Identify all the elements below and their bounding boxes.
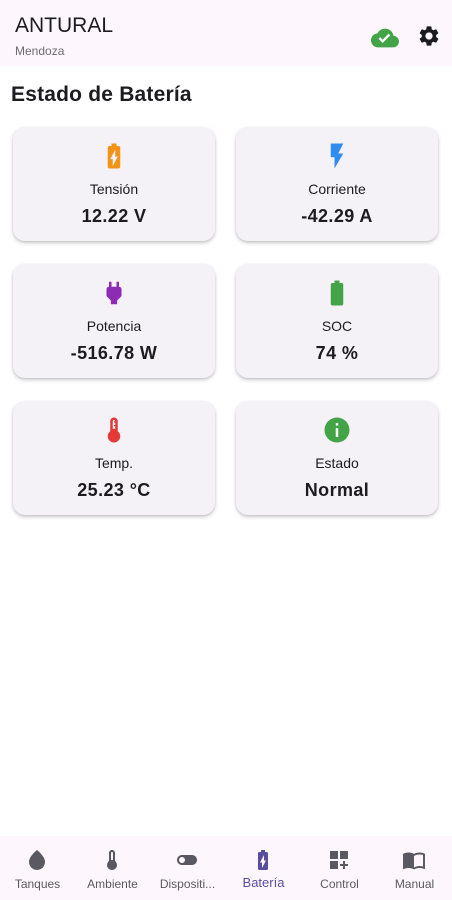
gear-icon[interactable]	[417, 24, 441, 48]
nav-label-dispositivos: Dispositi...	[159, 877, 216, 891]
temperature-label: Temp.	[94, 455, 134, 471]
soc-value: 74 %	[315, 343, 359, 363]
temperature-value: 25.23 °C	[77, 480, 151, 500]
nav-item-dispositivos[interactable]: Dispositi...	[150, 836, 225, 900]
book-icon	[402, 848, 426, 872]
bottom-navigation: Tanques Ambiente Dispositi... Batería Co…	[0, 836, 452, 900]
temperature-card: Temp. 25.23 °C	[13, 401, 215, 515]
status-value: Normal	[304, 480, 370, 500]
lightning-bolt-icon	[322, 141, 352, 171]
power-value: -516.78 W	[70, 343, 158, 363]
battery-charging-icon	[251, 848, 275, 872]
voltage-value: 12.22 V	[81, 206, 147, 226]
toggle-icon	[175, 848, 199, 872]
nav-label-ambiente: Ambiente	[87, 877, 138, 891]
soc-label: SOC	[321, 318, 353, 334]
status-card: Estado Normal	[236, 401, 438, 515]
power-card: Potencia -516.78 W	[13, 264, 215, 378]
nav-item-ambiente[interactable]: Ambiente	[75, 836, 150, 900]
nav-label-control: Control	[320, 877, 359, 891]
thermometer-icon	[100, 848, 124, 872]
current-card: Corriente -42.29 A	[236, 127, 438, 241]
nav-label-tanques: Tanques	[14, 877, 61, 891]
app-bar: ANTURAL Mendoza	[0, 0, 452, 66]
current-value: -42.29 A	[301, 206, 373, 226]
nav-item-control[interactable]: Control	[302, 836, 377, 900]
battery-full-icon	[322, 278, 352, 308]
nav-item-manual[interactable]: Manual	[377, 836, 452, 900]
info-icon	[322, 415, 352, 445]
battery-charging-icon	[99, 141, 129, 171]
status-label: Estado	[315, 455, 359, 471]
page-title: Estado de Batería	[11, 83, 192, 106]
voltage-card: Tensión 12.22 V	[13, 127, 215, 241]
soc-card: SOC 74 %	[236, 264, 438, 378]
app-title: ANTURAL	[15, 14, 114, 37]
current-label: Corriente	[308, 181, 366, 197]
power-plug-icon	[99, 278, 129, 308]
thermometer-icon	[99, 415, 129, 445]
water-drop-icon	[25, 848, 49, 872]
nav-item-tanques[interactable]: Tanques	[0, 836, 75, 900]
app-subtitle: Mendoza	[15, 44, 65, 58]
power-label: Potencia	[86, 318, 142, 334]
nav-label-manual: Manual	[394, 877, 435, 891]
nav-label-bateria: Batería	[242, 875, 285, 890]
voltage-label: Tensión	[89, 181, 139, 197]
dashboard-add-icon	[327, 848, 351, 872]
nav-item-bateria[interactable]: Batería	[226, 836, 301, 900]
cloud-check-icon[interactable]	[371, 24, 399, 52]
